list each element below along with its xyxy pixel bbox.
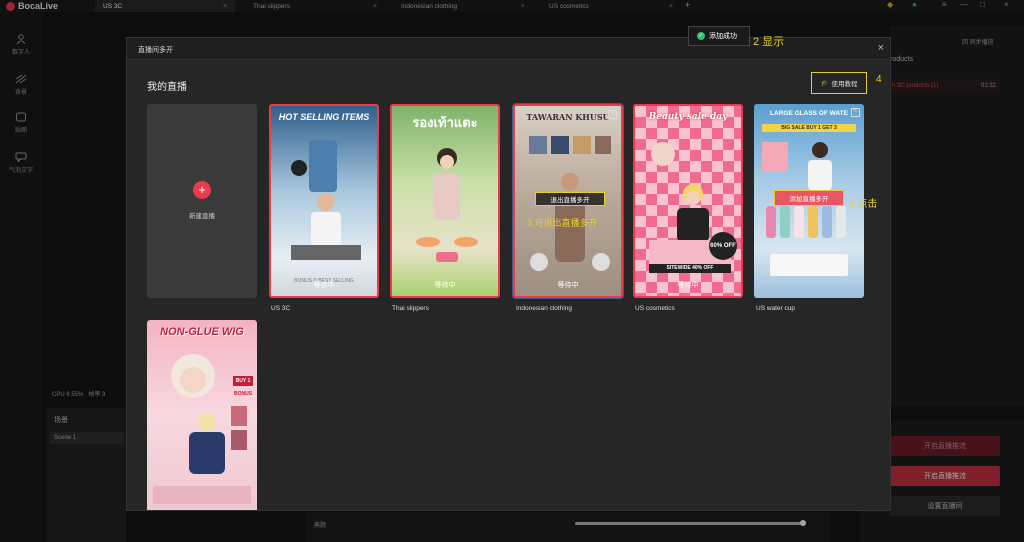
- tutorial-button[interactable]: 🎓 使用教程: [811, 72, 867, 94]
- toast-text: 添加成功: [709, 33, 737, 40]
- annotation-3: 3 可退出直播多开: [527, 218, 598, 228]
- modal-title: 直播间多开: [138, 47, 173, 54]
- thumb-sub: BIG SALE BUY 1 GET 3: [762, 124, 856, 132]
- card-label-us-water-cup: US water cup: [756, 305, 796, 312]
- presenter-image: [416, 148, 478, 262]
- thumb-title: LARGE GLASS OF WATE: [770, 110, 848, 117]
- multi-live-modal: 直播间多开 × 我的直播 🎓 使用教程 + 新建直播 HOT SELLING I…: [126, 37, 891, 511]
- live-card-indonesian-clothing[interactable]: TAWARAN KHUSU ✎ 退出直播多开 等待中: [512, 103, 624, 299]
- thumb-sub: BONUS: [233, 391, 253, 397]
- waiting-status: 等待中: [434, 282, 456, 289]
- live-card-thai-slippers[interactable]: รองเท้าแตะ 等待中: [390, 104, 500, 298]
- plus-icon[interactable]: +: [193, 181, 211, 199]
- live-card-us-cosmetics[interactable]: Beauty sale day 60% OFF SITEWIDE 40% OFF…: [633, 104, 743, 298]
- thumb-title: HOT SELLING ITEMS: [278, 112, 370, 122]
- annotation-4: 4: [876, 74, 882, 85]
- graduation-cap-icon: 🎓: [820, 80, 829, 87]
- edit-icon[interactable]: ✎: [608, 110, 617, 119]
- waiting-status: 等待中: [677, 282, 699, 289]
- buy-badge: BUY 1: [233, 376, 253, 386]
- tutorial-label: 使用教程: [831, 81, 858, 88]
- product-image: [762, 142, 848, 276]
- success-toast: ✓ 添加成功: [688, 26, 750, 46]
- live-card-us-3c[interactable]: HOT SELLING ITEMS BONUS D BEST SELLING 等…: [269, 104, 379, 298]
- new-live-card[interactable]: + 新建直播: [147, 104, 257, 298]
- live-card-wig[interactable]: NON-GLUE WIG BUY 1 BONUS: [147, 320, 257, 510]
- join-multi-live-button[interactable]: 添加直播多开: [774, 190, 844, 206]
- waiting-status: 等待中: [557, 282, 579, 289]
- edit-icon[interactable]: ✎: [851, 108, 860, 117]
- thumb-sub: SITEWIDE 40% OFF: [649, 264, 731, 273]
- annotation-2: 2 显示: [753, 36, 785, 48]
- discount-badge: 60% OFF: [709, 232, 737, 260]
- product-image: [291, 140, 361, 260]
- card-label-indonesian-clothing: Indonesian clothing: [516, 305, 573, 312]
- waiting-status: 等待中: [313, 282, 335, 289]
- live-card-us-water-cup[interactable]: LARGE GLASS OF WATE ✎ BIG SALE BUY 1 GET…: [754, 104, 864, 298]
- check-icon: ✓: [697, 32, 705, 40]
- exit-multi-live-button[interactable]: 退出直播多开: [535, 192, 605, 206]
- thumb-title: Beauty sale day: [648, 112, 728, 122]
- annotation-1: 1 点击: [849, 199, 878, 210]
- thumb-title: รองเท้าแตะ: [412, 115, 478, 130]
- presenter-image: [153, 354, 251, 504]
- card-label-thai-slippers: Thai slippers: [392, 305, 429, 312]
- card-label-us-3c: US 3C: [271, 305, 291, 312]
- new-live-label: 新建直播: [189, 213, 215, 220]
- thumb-title: TAWARAN KHUSU: [526, 112, 610, 122]
- section-title: 我的直播: [147, 82, 187, 93]
- card-label-us-cosmetics: US cosmetics: [635, 305, 675, 312]
- close-icon[interactable]: ×: [878, 42, 884, 54]
- thumb-title: NON-GLUE WIG: [160, 326, 244, 338]
